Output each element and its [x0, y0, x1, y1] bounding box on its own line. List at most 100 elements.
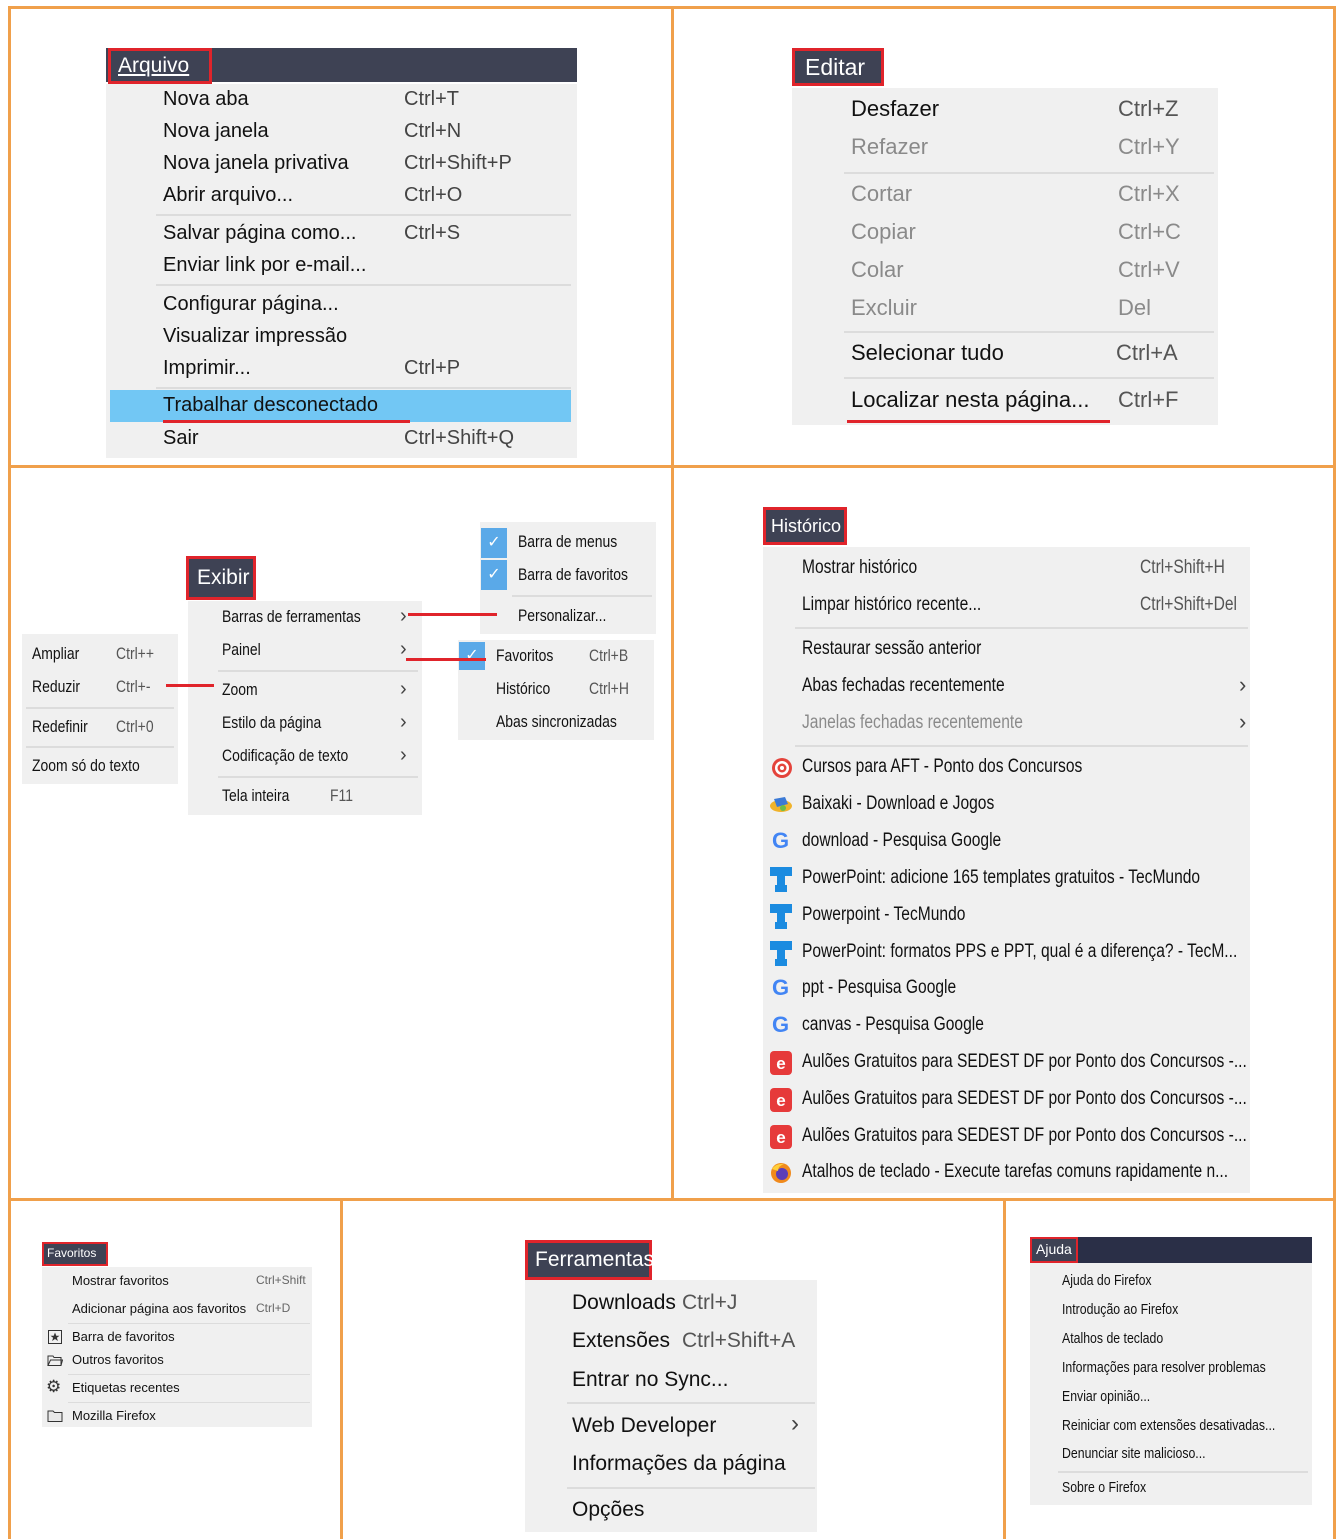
- menu-item-barras-ferramentas[interactable]: Barras de ferramentas ›: [188, 605, 422, 635]
- ajuda-menu: Ajuda do Firefox Introdução ao Firefox A…: [1030, 1263, 1312, 1505]
- menu-item-redefinir[interactable]: Redefinir Ctrl+0: [22, 717, 178, 743]
- menu-item-label: Codificação de texto: [222, 746, 349, 765]
- menu-item-mozilla-firefox[interactable]: Mozilla Firefox: [42, 1408, 312, 1428]
- menu-item-introducao-firefox[interactable]: Introdução ao Firefox: [1030, 1301, 1312, 1325]
- editar-menu-title[interactable]: Editar: [792, 48, 884, 86]
- menu-item-codificacao-texto[interactable]: Codificação de texto ›: [188, 744, 422, 774]
- history-entry[interactable]: Powerpoint - TecMundo: [763, 904, 1250, 936]
- editar-menu: Desfazer Ctrl+Z Refazer Ctrl+Y Cortar Ctrl+…: [792, 88, 1218, 425]
- menu-item-mostrar-favoritos[interactable]: Mostrar favoritos Ctrl+Shift: [42, 1273, 312, 1293]
- menu-item-personalizar[interactable]: Personalizar...: [480, 606, 656, 632]
- history-entry[interactable]: Baixaki - Download e Jogos: [763, 793, 1250, 825]
- exibir-menu-title[interactable]: Exibir: [186, 556, 256, 600]
- menu-item-sair[interactable]: Sair Ctrl+Shift+Q: [106, 427, 577, 457]
- menu-item-entrar-sync[interactable]: Entrar no Sync...: [525, 1368, 817, 1400]
- menu-item-nova-janela[interactable]: Nova janela Ctrl+N: [106, 120, 577, 150]
- history-entry[interactable]: G download - Pesquisa Google: [763, 828, 1250, 862]
- menu-item-ampliar[interactable]: Ampliar Ctrl++: [22, 644, 178, 670]
- menu-separator: [795, 745, 1248, 747]
- menu-item-shortcut: Ctrl+X: [1118, 181, 1180, 206]
- history-entry[interactable]: G canvas - Pesquisa Google: [763, 1012, 1250, 1046]
- menu-item-favoritos-painel[interactable]: Favoritos Ctrl+B: [458, 646, 654, 672]
- menu-item-sobre-firefox[interactable]: Sobre o Firefox: [1030, 1479, 1312, 1503]
- menu-item-copiar[interactable]: Copiar Ctrl+C: [792, 219, 1218, 253]
- arquivo-menu: Nova aba Ctrl+T Nova janela Ctrl+N Nova ja…: [106, 84, 577, 458]
- menu-item-imprimir[interactable]: Imprimir... Ctrl+P: [106, 357, 577, 387]
- menu-item-label: Personalizar...: [518, 606, 607, 625]
- menu-item-excluir[interactable]: Excluir Del: [792, 295, 1218, 329]
- menu-item-ajuda-firefox[interactable]: Ajuda do Firefox: [1030, 1272, 1312, 1296]
- history-entry[interactable]: e Aulões Gratuitos para SEDEST DF por Po…: [763, 1125, 1250, 1157]
- menu-item-cortar[interactable]: Cortar Ctrl+X: [792, 181, 1218, 215]
- menu-item-shortcut: Ctrl+T: [404, 88, 459, 110]
- toolbars-submenu: ✓ Barra de menus ✓ Barra de favoritos Pe…: [480, 522, 656, 634]
- menu-item-refazer[interactable]: Refazer Ctrl+Y: [792, 134, 1218, 168]
- ajuda-menu-title[interactable]: Ajuda: [1030, 1237, 1078, 1263]
- history-entry[interactable]: PowerPoint: formatos PPS e PPT, qual é a…: [763, 941, 1250, 973]
- menu-item-label: Barra de favoritos: [518, 565, 629, 584]
- history-entry[interactable]: Atalhos de teclado - Execute tarefas com…: [763, 1161, 1250, 1193]
- menu-separator: [844, 331, 1214, 333]
- menu-item-zoom-texto[interactable]: Zoom só do texto: [22, 756, 178, 782]
- menu-item-visualizar-impressao[interactable]: Visualizar impressão: [106, 325, 577, 355]
- menu-item-informacoes-problemas[interactable]: Informações para resolver problemas: [1030, 1359, 1312, 1383]
- history-entry[interactable]: G ppt - Pesquisa Google: [763, 975, 1250, 1009]
- tecmundo-icon: [770, 941, 792, 966]
- history-entry[interactable]: e Aulões Gratuitos para SEDEST DF por Po…: [763, 1088, 1250, 1120]
- menu-item-tela-inteira[interactable]: Tela inteira F11: [188, 786, 422, 814]
- menu-item-outros-favoritos[interactable]: Outros favoritos: [42, 1352, 312, 1372]
- menu-item-desfazer[interactable]: Desfazer Ctrl+Z: [792, 96, 1218, 130]
- menu-item-barra-favoritos-fav[interactable]: Barra de favoritos: [42, 1329, 312, 1349]
- menu-item-opcoes[interactable]: Opções: [525, 1498, 817, 1530]
- ferramentas-menu-title[interactable]: Ferramentas: [525, 1240, 654, 1280]
- favoritos-menu-title[interactable]: Favoritos: [42, 1242, 108, 1266]
- history-entry[interactable]: Cursos para AFT - Ponto dos Concursos: [763, 756, 1250, 788]
- menu-item-nova-janela-privativa[interactable]: Nova janela privativa Ctrl+Shift+P: [106, 152, 577, 182]
- menu-item-salvar-pagina[interactable]: Salvar página como... Ctrl+S: [106, 222, 577, 252]
- menu-item-shortcut: Ctrl+Shift+Q: [404, 427, 515, 449]
- history-entry[interactable]: e Aulões Gratuitos para SEDEST DF por Po…: [763, 1051, 1250, 1083]
- star-toolbar-icon: [48, 1330, 62, 1344]
- menu-item-web-developer[interactable]: Web Developer ›: [525, 1410, 817, 1446]
- menu-item-enviar-opiniao[interactable]: Enviar opinião...: [1030, 1388, 1312, 1412]
- menu-item-reduzir[interactable]: Reduzir Ctrl+-: [22, 677, 178, 703]
- menu-item-colar[interactable]: Colar Ctrl+V: [792, 257, 1218, 291]
- menu-item-enviar-link[interactable]: Enviar link por e-mail...: [106, 254, 577, 284]
- menu-item-localizar[interactable]: Localizar nesta página... Ctrl+F: [792, 387, 1218, 421]
- menu-item-restaurar-sessao[interactable]: Restaurar sessão anterior: [763, 638, 1250, 668]
- menu-separator: [844, 172, 1214, 174]
- menu-item-downloads[interactable]: Downloads Ctrl+J: [525, 1291, 817, 1323]
- menu-item-label: Estilo da página: [222, 713, 322, 732]
- menu-item-zoom[interactable]: Zoom ›: [188, 678, 422, 708]
- menu-item-limpar-historico[interactable]: Limpar histórico recente... Ctrl+Shift+De…: [763, 594, 1250, 624]
- menu-item-abas-sincronizadas[interactable]: Abas sincronizadas: [458, 712, 654, 738]
- menu-item-configurar-pagina[interactable]: Configurar página...: [106, 293, 577, 323]
- menu-item-shortcut: Ctrl+0: [116, 717, 154, 736]
- menu-item-mostrar-historico[interactable]: Mostrar histórico Ctrl+Shift+H: [763, 557, 1250, 587]
- menu-item-adicionar-favoritos[interactable]: Adicionar página aos favoritos Ctrl+D: [42, 1301, 312, 1321]
- historico-menu-title[interactable]: Histórico: [763, 507, 847, 545]
- menu-item-shortcut: Ctrl+O: [404, 184, 463, 206]
- menu-item-janelas-fechadas[interactable]: Janelas fechadas recentemente ›: [763, 709, 1250, 742]
- menu-item-nova-aba[interactable]: Nova aba Ctrl+T: [106, 88, 577, 118]
- menu-item-abrir-arquivo[interactable]: Abrir arquivo... Ctrl+O: [106, 184, 577, 214]
- menu-item-estilo-pagina[interactable]: Estilo da página ›: [188, 711, 422, 741]
- menu-item-label: Configurar página...: [163, 293, 339, 315]
- menu-item-etiquetas-recentes[interactable]: ⚙ Etiquetas recentes: [42, 1377, 312, 1400]
- menu-item-selecionar-tudo[interactable]: Selecionar tudo Ctrl+A: [792, 340, 1218, 374]
- menu-item-shortcut: Ctrl+D: [256, 1301, 291, 1315]
- connector-line-panel: [406, 658, 486, 661]
- menu-item-historico-painel[interactable]: Histórico Ctrl+H: [458, 679, 654, 705]
- menu-item-painel[interactable]: Painel ›: [188, 638, 422, 668]
- menu-item-abas-fechadas[interactable]: Abas fechadas recentemente ›: [763, 672, 1250, 705]
- arquivo-menu-title[interactable]: Arquivo: [108, 48, 212, 84]
- menu-item-reiniciar-extensoes[interactable]: Reiniciar com extensões desativadas...: [1030, 1417, 1312, 1441]
- history-entry[interactable]: PowerPoint: adicione 165 templates gratu…: [763, 867, 1250, 899]
- menu-item-extensoes[interactable]: Extensões Ctrl+Shift+A: [525, 1329, 817, 1361]
- menu-item-informacoes-pagina[interactable]: Informações da página: [525, 1452, 817, 1484]
- menu-item-barra-menus[interactable]: Barra de menus: [480, 532, 656, 558]
- menu-item-trabalhar-desconectado[interactable]: Trabalhar desconectado: [110, 390, 571, 422]
- menu-item-atalhos-teclado[interactable]: Atalhos de teclado: [1030, 1330, 1312, 1354]
- menu-item-denunciar-site[interactable]: Denunciar site malicioso...: [1030, 1445, 1312, 1469]
- menu-item-barra-favoritos[interactable]: Barra de favoritos: [480, 565, 656, 591]
